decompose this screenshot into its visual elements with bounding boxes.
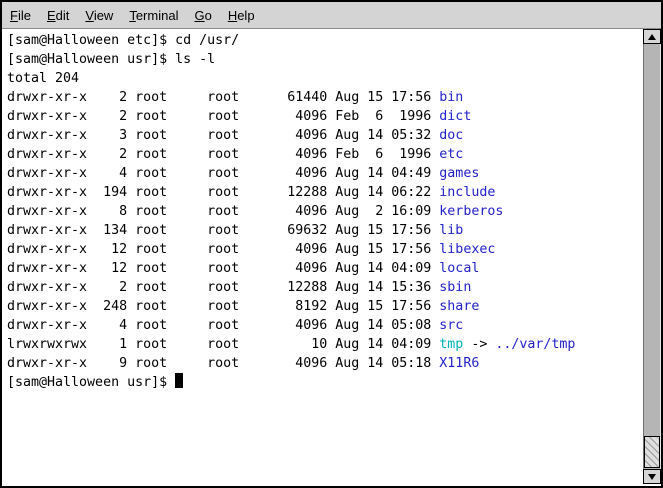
terminal-text-segment: X11R6	[439, 356, 479, 371]
terminal-text-segment: drwxr-xr-x 2 root root 12288 Aug 14 15:3…	[7, 280, 439, 295]
menu-file[interactable]: File	[2, 3, 39, 28]
terminal-text-segment: src	[439, 318, 463, 333]
terminal-text-segment: ->	[463, 337, 495, 352]
terminal-text-segment: [sam@Halloween usr]$ ls -l	[7, 52, 215, 67]
terminal-line: drwxr-xr-x 12 root root 4096 Aug 15 17:5…	[7, 240, 643, 259]
scrollbar-trough[interactable]	[643, 44, 661, 469]
terminal-text-segment: lrwxrwxrwx 1 root root 10 Aug 14 04:09	[7, 337, 439, 352]
terminal-line: drwxr-xr-x 2 root root 4096 Feb 6 1996 e…	[7, 145, 643, 164]
terminal-line: lrwxrwxrwx 1 root root 10 Aug 14 04:09 t…	[7, 335, 643, 354]
terminal-text-segment: lib	[439, 223, 463, 238]
terminal-text-segment: libexec	[439, 242, 495, 257]
terminal-line: drwxr-xr-x 194 root root 12288 Aug 14 06…	[7, 183, 643, 202]
terminal-text-segment: kerberos	[439, 204, 503, 219]
terminal-text-segment: dict	[439, 109, 471, 124]
terminal-cursor	[175, 373, 183, 388]
terminal-text-segment: total 204	[7, 71, 79, 86]
terminal-line: drwxr-xr-x 3 root root 4096 Aug 14 05:32…	[7, 126, 643, 145]
terminal-line: drwxr-xr-x 2 root root 12288 Aug 14 15:3…	[7, 278, 643, 297]
terminal-text-segment: local	[439, 261, 479, 276]
terminal-text-segment: drwxr-xr-x 2 root root 4096 Feb 6 1996	[7, 109, 439, 124]
scroll-down-button[interactable]	[643, 469, 661, 484]
terminal-line: drwxr-xr-x 2 root root 61440 Aug 15 17:5…	[7, 88, 643, 107]
terminal-text-segment: [sam@Halloween usr]$	[7, 375, 175, 390]
terminal-text-segment: drwxr-xr-x 248 root root 8192 Aug 15 17:…	[7, 299, 439, 314]
terminal-text-segment: doc	[439, 128, 463, 143]
terminal-line: drwxr-xr-x 4 root root 4096 Aug 14 05:08…	[7, 316, 643, 335]
terminal-text-segment: games	[439, 166, 479, 181]
menu-view[interactable]: View	[77, 3, 121, 28]
terminal-text-segment: bin	[439, 90, 463, 105]
terminal-line: total 204	[7, 69, 643, 88]
terminal-text-segment: [sam@Halloween etc]$ cd /usr/	[7, 33, 239, 48]
terminal-text-segment: drwxr-xr-x 9 root root 4096 Aug 14 05:18	[7, 356, 439, 371]
scrollbar[interactable]	[643, 29, 661, 486]
menu-bar: FileEditViewTerminalGoHelp	[2, 2, 661, 29]
terminal-text-segment: ../var/tmp	[495, 337, 575, 352]
terminal-line: drwxr-xr-x 12 root root 4096 Aug 14 04:0…	[7, 259, 643, 278]
terminal-text-segment: drwxr-xr-x 8 root root 4096 Aug 2 16:09	[7, 204, 439, 219]
terminal-text-segment: drwxr-xr-x 3 root root 4096 Aug 14 05:32	[7, 128, 439, 143]
terminal-output[interactable]: [sam@Halloween etc]$ cd /usr/ [sam@Hallow…	[2, 29, 643, 486]
terminal-line: drwxr-xr-x 2 root root 4096 Feb 6 1996 d…	[7, 107, 643, 126]
terminal-line: [sam@Halloween usr]$ ls -l	[7, 50, 643, 69]
terminal-line: [sam@Halloween usr]$	[7, 373, 643, 392]
terminal-text-segment: drwxr-xr-x 194 root root 12288 Aug 14 06…	[7, 185, 439, 200]
terminal-text-segment: drwxr-xr-x 12 root root 4096 Aug 14 04:0…	[7, 261, 439, 276]
arrow-down-icon	[648, 474, 656, 480]
terminal-window: FileEditViewTerminalGoHelp [sam@Hallowee…	[0, 0, 663, 488]
terminal-text-segment: etc	[439, 147, 463, 162]
scrollbar-thumb[interactable]	[644, 436, 660, 468]
scroll-up-button[interactable]	[643, 29, 661, 44]
menu-help[interactable]: Help	[220, 3, 263, 28]
terminal-text-segment: drwxr-xr-x 4 root root 4096 Aug 14 05:08	[7, 318, 439, 333]
terminal-text-segment: drwxr-xr-x 2 root root 61440 Aug 15 17:5…	[7, 90, 439, 105]
menu-terminal[interactable]: Terminal	[121, 3, 186, 28]
terminal-line: [sam@Halloween etc]$ cd /usr/	[7, 31, 643, 50]
terminal-line: drwxr-xr-x 134 root root 69632 Aug 15 17…	[7, 221, 643, 240]
terminal-line: drwxr-xr-x 248 root root 8192 Aug 15 17:…	[7, 297, 643, 316]
terminal-content: [sam@Halloween etc]$ cd /usr/ [sam@Hallow…	[2, 29, 661, 486]
menu-go[interactable]: Go	[186, 3, 219, 28]
terminal-text-segment: drwxr-xr-x 4 root root 4096 Aug 14 04:49	[7, 166, 439, 181]
arrow-up-icon	[648, 34, 656, 40]
terminal-line: drwxr-xr-x 4 root root 4096 Aug 14 04:49…	[7, 164, 643, 183]
terminal-text-segment: drwxr-xr-x 12 root root 4096 Aug 15 17:5…	[7, 242, 439, 257]
terminal-text-segment: drwxr-xr-x 2 root root 4096 Feb 6 1996	[7, 147, 439, 162]
terminal-line: drwxr-xr-x 8 root root 4096 Aug 2 16:09 …	[7, 202, 643, 221]
terminal-text-segment: tmp	[439, 337, 463, 352]
terminal-text-segment: drwxr-xr-x 134 root root 69632 Aug 15 17…	[7, 223, 439, 238]
terminal-text-segment: sbin	[439, 280, 471, 295]
terminal-text-segment: share	[439, 299, 479, 314]
terminal-text-segment: include	[439, 185, 495, 200]
menu-edit[interactable]: Edit	[39, 3, 77, 28]
terminal-line: drwxr-xr-x 9 root root 4096 Aug 14 05:18…	[7, 354, 643, 373]
